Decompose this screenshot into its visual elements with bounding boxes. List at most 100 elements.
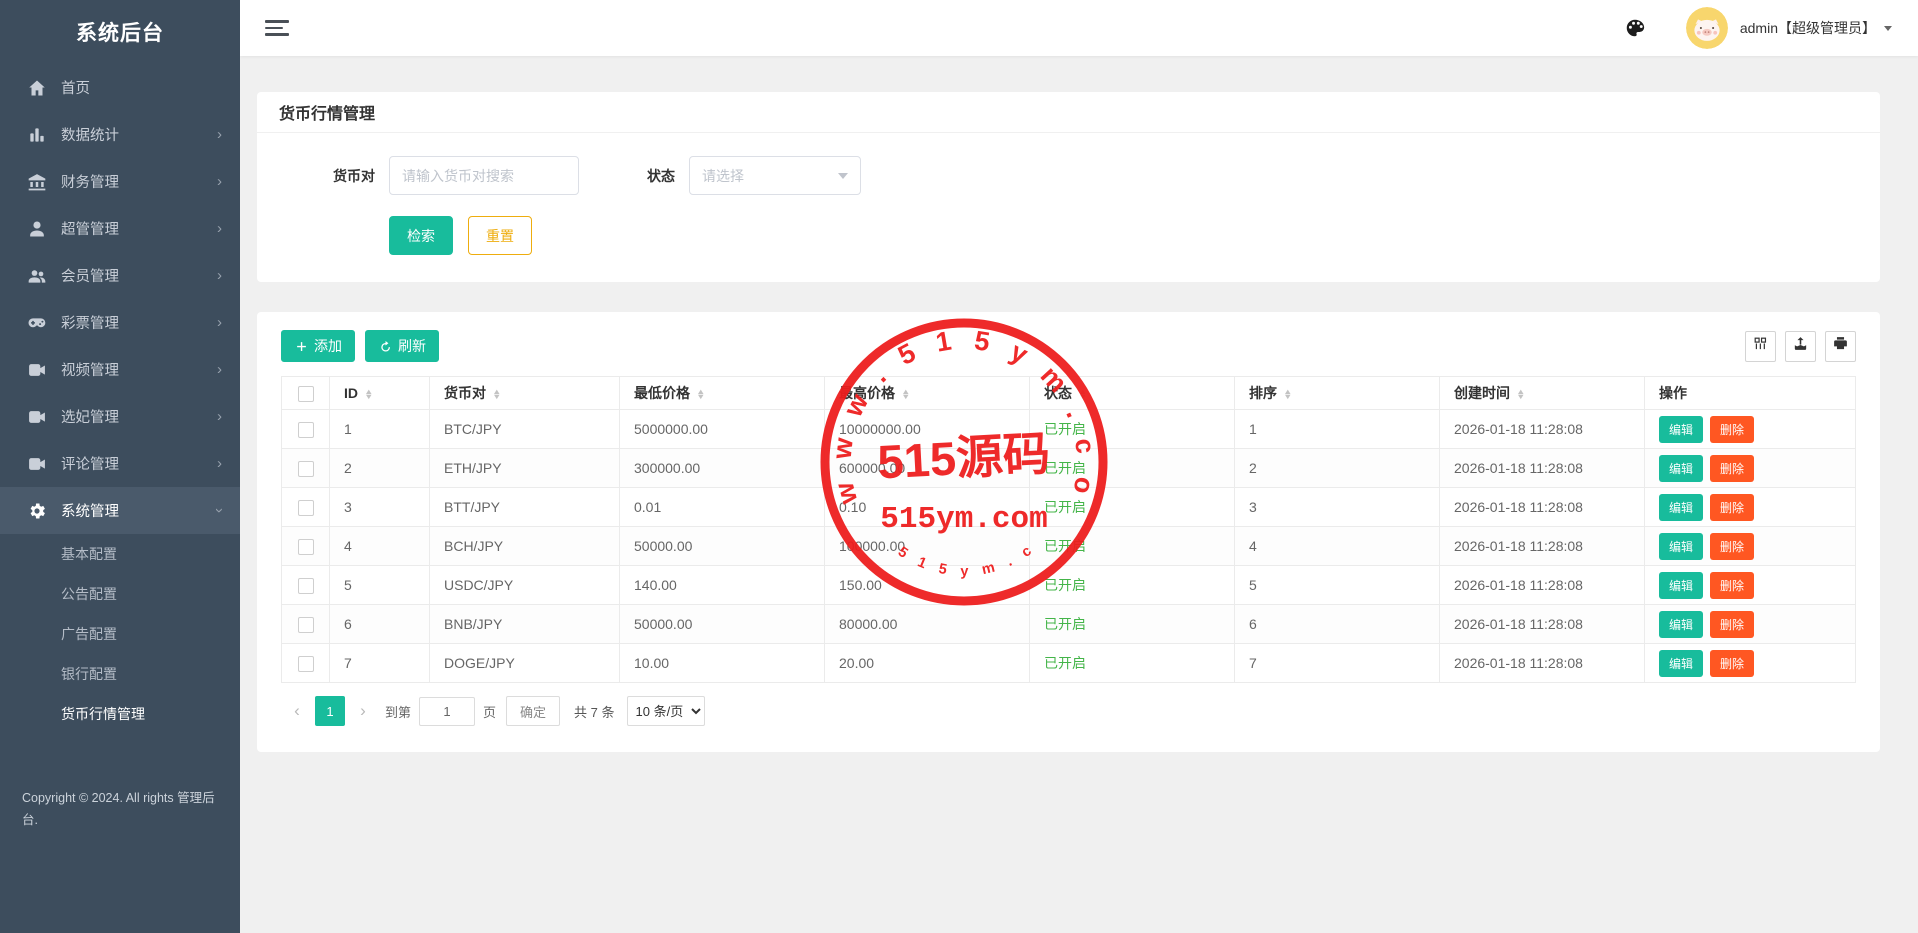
sort-icon[interactable]: ▲▼ xyxy=(1284,389,1291,400)
edit-button[interactable]: 编辑 xyxy=(1659,533,1703,560)
chevron-right-icon: › xyxy=(217,268,222,283)
cell-sort: 3 xyxy=(1235,488,1440,527)
row-checkbox[interactable] xyxy=(298,578,314,594)
menu-toggle-icon[interactable] xyxy=(265,20,289,36)
row-checkbox[interactable] xyxy=(298,617,314,633)
cell-min-price: 0.01 xyxy=(620,488,825,527)
row-checkbox[interactable] xyxy=(298,422,314,438)
refresh-button[interactable]: 刷新 xyxy=(365,330,439,362)
cell-created: 2026-01-18 11:28:08 xyxy=(1440,410,1645,449)
row-checkbox[interactable] xyxy=(298,500,314,516)
sidebar-item[interactable]: 数据统计› xyxy=(0,111,240,158)
sidebar-item[interactable]: 选妃管理› xyxy=(0,393,240,440)
sidebar-subitem[interactable]: 银行配置 xyxy=(0,654,240,694)
edit-button[interactable]: 编辑 xyxy=(1659,572,1703,599)
row-checkbox[interactable] xyxy=(298,461,314,477)
print-button[interactable] xyxy=(1825,331,1856,362)
confirm-button[interactable]: 确定 xyxy=(506,696,560,726)
edit-button[interactable]: 编辑 xyxy=(1659,650,1703,677)
column-header[interactable]: 创建时间▲▼ xyxy=(1440,377,1645,410)
sort-icon[interactable]: ▲▼ xyxy=(493,389,500,400)
controller-icon xyxy=(27,313,47,333)
delete-button[interactable]: 删除 xyxy=(1710,533,1754,560)
delete-button[interactable]: 删除 xyxy=(1710,455,1754,482)
avatar[interactable] xyxy=(1686,7,1728,49)
edit-button[interactable]: 编辑 xyxy=(1659,455,1703,482)
edit-button[interactable]: 编辑 xyxy=(1659,494,1703,521)
sidebar-item[interactable]: 视频管理› xyxy=(0,346,240,393)
user-name[interactable]: admin【超级管理员】 xyxy=(1740,18,1876,38)
column-header[interactable]: ID▲▼ xyxy=(330,377,430,410)
sidebar-item[interactable]: 财务管理› xyxy=(0,158,240,205)
video-icon xyxy=(27,360,47,380)
filter-card: 货币行情管理 货币对 状态 请选择 检索 重置 xyxy=(257,92,1880,282)
goto-page-input[interactable] xyxy=(419,697,475,726)
column-header[interactable]: 状态▲▼ xyxy=(1030,377,1235,410)
edit-button[interactable]: 编辑 xyxy=(1659,611,1703,638)
sidebar-subitem[interactable]: 公告配置 xyxy=(0,574,240,614)
column-header[interactable]: 排序▲▼ xyxy=(1235,377,1440,410)
cell-sort: 7 xyxy=(1235,644,1440,683)
export-icon xyxy=(1792,335,1809,357)
sidebar-subitem[interactable]: 货币行情管理 xyxy=(0,694,240,734)
page-suffix-label: 页 xyxy=(483,702,496,721)
sort-icon[interactable]: ▲▼ xyxy=(697,389,704,400)
cell-status: 已开启 xyxy=(1030,410,1235,449)
header: admin【超级管理员】 xyxy=(240,0,1918,56)
next-page-button[interactable]: › xyxy=(349,696,377,726)
chevron-right-icon: › xyxy=(217,315,222,330)
caret-down-icon[interactable] xyxy=(1884,26,1892,31)
row-checkbox[interactable] xyxy=(298,539,314,555)
add-button[interactable]: 添加 xyxy=(281,330,355,362)
status-select[interactable]: 请选择 xyxy=(689,156,861,195)
export-button[interactable] xyxy=(1785,331,1816,362)
select-all-checkbox[interactable] xyxy=(298,386,314,402)
palette-icon[interactable] xyxy=(1624,17,1646,39)
sort-icon[interactable]: ▲▼ xyxy=(365,389,372,400)
table-row: 5USDC/JPY140.00150.00已开启52026-01-18 11:2… xyxy=(282,566,1856,605)
delete-button[interactable]: 删除 xyxy=(1710,416,1754,443)
search-button[interactable]: 检索 xyxy=(389,216,453,255)
sidebar-subitem[interactable]: 基本配置 xyxy=(0,534,240,574)
chevron-down-icon: › xyxy=(212,508,227,513)
reset-button[interactable]: 重置 xyxy=(468,216,532,255)
sort-icon[interactable]: ▲▼ xyxy=(902,389,909,400)
sort-icon[interactable]: ▲▼ xyxy=(1079,389,1086,400)
cell-pair: ETH/JPY xyxy=(430,449,620,488)
pair-search-input[interactable] xyxy=(389,156,579,195)
cell-min-price: 50000.00 xyxy=(620,527,825,566)
sidebar-item-label: 选妃管理 xyxy=(61,406,119,427)
sidebar-item[interactable]: 系统管理› xyxy=(0,487,240,534)
cell-sort: 5 xyxy=(1235,566,1440,605)
delete-button[interactable]: 删除 xyxy=(1710,650,1754,677)
column-header[interactable]: 最高价格▲▼ xyxy=(825,377,1030,410)
per-page-select[interactable]: 10 条/页 xyxy=(627,696,705,726)
cell-id: 2 xyxy=(330,449,430,488)
sidebar-item[interactable]: 会员管理› xyxy=(0,252,240,299)
sidebar-subitem[interactable]: 广告配置 xyxy=(0,614,240,654)
delete-button[interactable]: 删除 xyxy=(1710,494,1754,521)
sidebar-item[interactable]: 彩票管理› xyxy=(0,299,240,346)
cell-id: 7 xyxy=(330,644,430,683)
table-row: 4BCH/JPY50000.00100000.00已开启42026-01-18 … xyxy=(282,527,1856,566)
row-checkbox[interactable] xyxy=(298,656,314,672)
edit-button[interactable]: 编辑 xyxy=(1659,416,1703,443)
delete-button[interactable]: 删除 xyxy=(1710,611,1754,638)
cell-max-price: 150.00 xyxy=(825,566,1030,605)
sidebar-menu: 首页数据统计›财务管理›超管管理›会员管理›彩票管理›视频管理›选妃管理›评论管… xyxy=(0,64,240,734)
cell-status: 已开启 xyxy=(1030,644,1235,683)
filter-columns-button[interactable] xyxy=(1745,331,1776,362)
current-page[interactable]: 1 xyxy=(315,696,345,726)
chevron-right-icon: › xyxy=(217,174,222,189)
prev-page-button[interactable]: ‹ xyxy=(283,696,311,726)
sidebar-item[interactable]: 评论管理› xyxy=(0,440,240,487)
sort-icon[interactable]: ▲▼ xyxy=(1517,389,1524,400)
sidebar-item[interactable]: 首页 xyxy=(0,64,240,111)
delete-button[interactable]: 删除 xyxy=(1710,572,1754,599)
column-header[interactable]: 货币对▲▼ xyxy=(430,377,620,410)
columns-icon xyxy=(1752,335,1769,357)
table-row: 2ETH/JPY300000.00600000.00已开启22026-01-18… xyxy=(282,449,1856,488)
sidebar-item-label: 评论管理 xyxy=(61,453,119,474)
column-header[interactable]: 最低价格▲▼ xyxy=(620,377,825,410)
sidebar-item[interactable]: 超管管理› xyxy=(0,205,240,252)
